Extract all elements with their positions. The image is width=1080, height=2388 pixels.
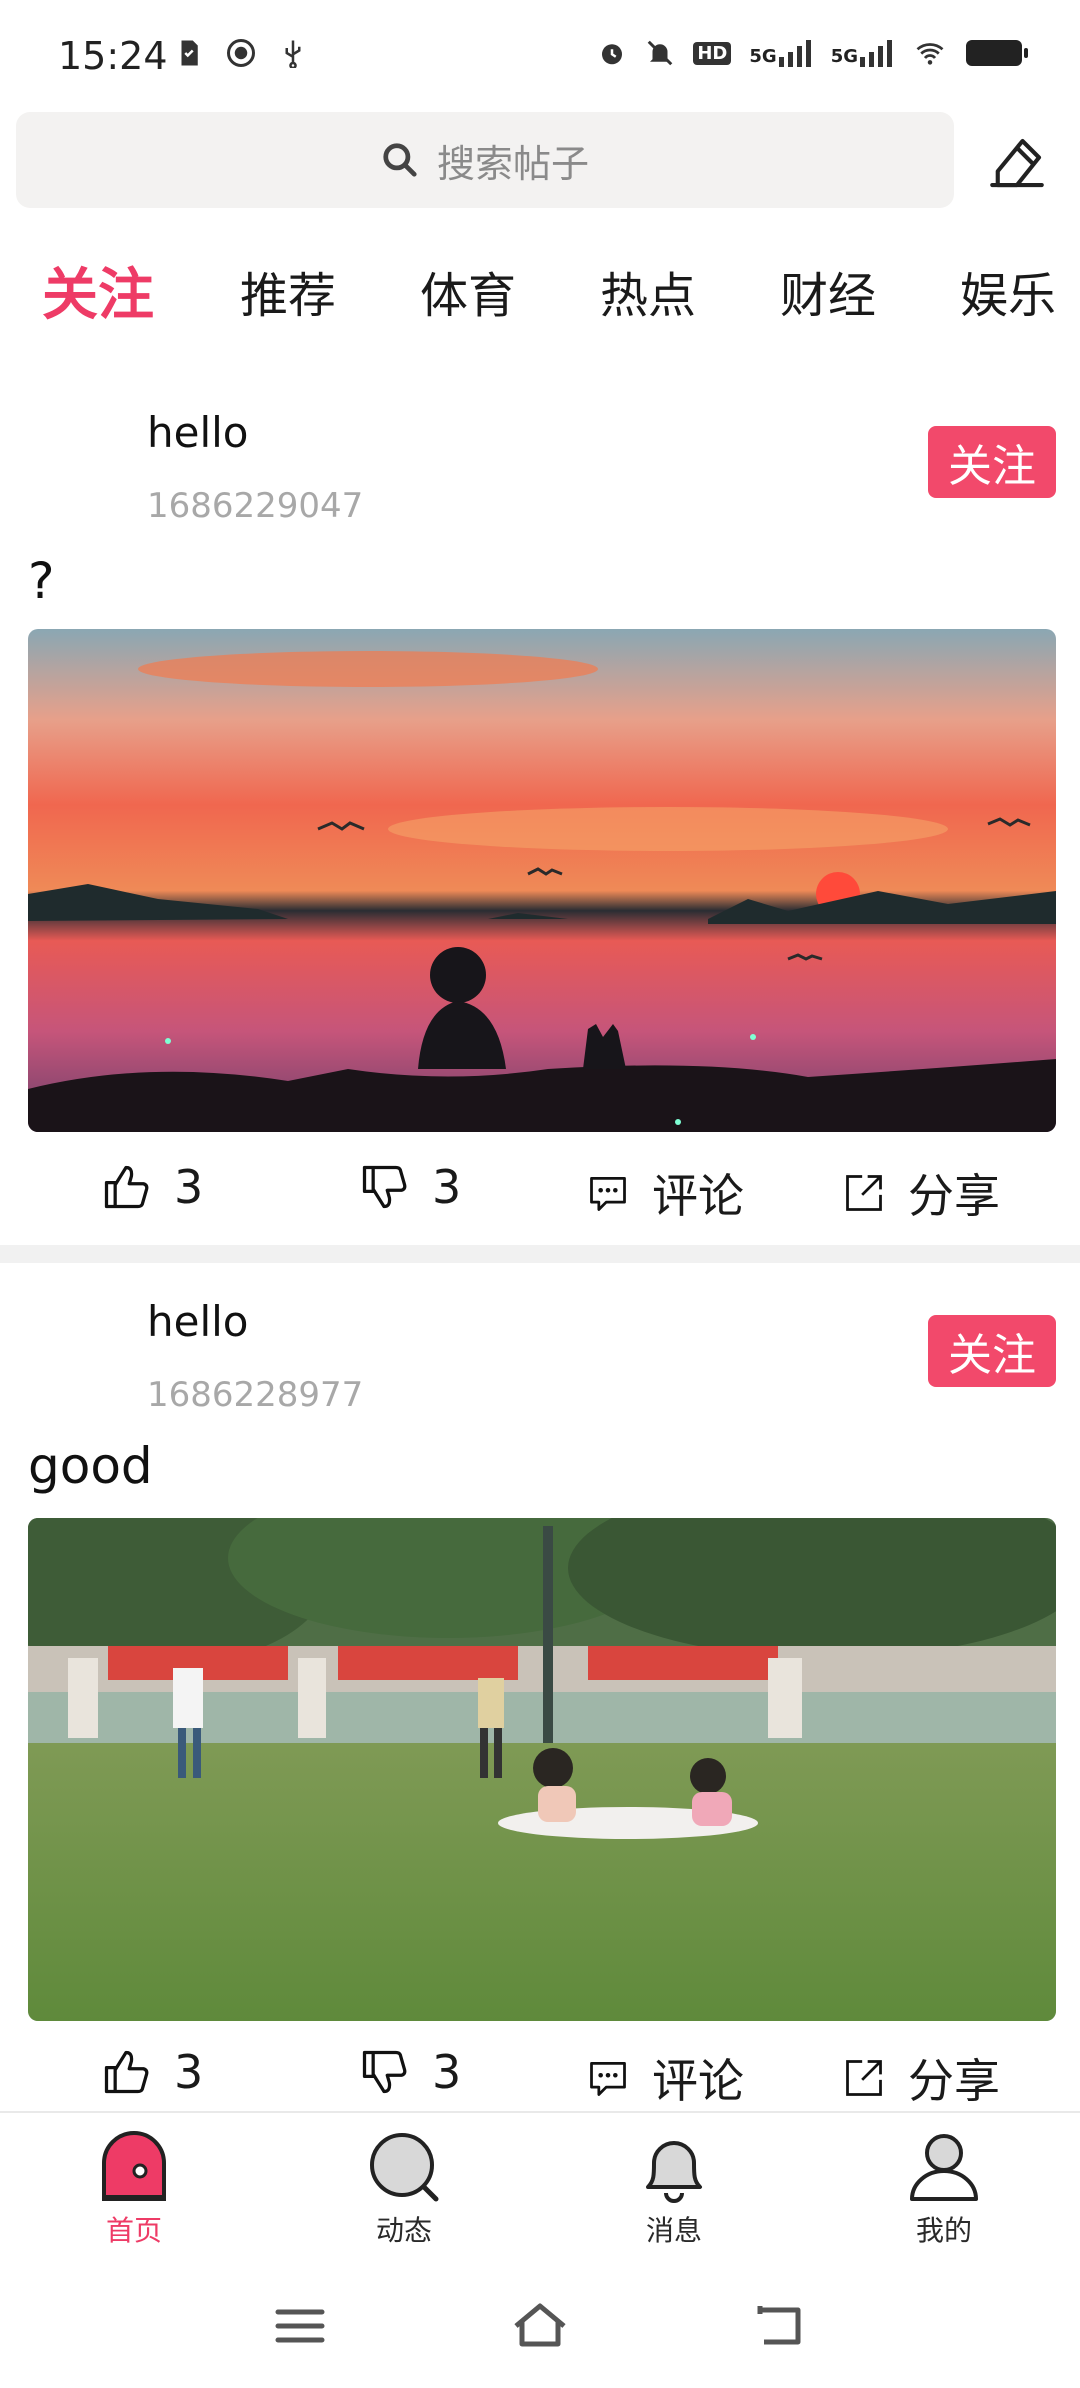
post-card: hello 1686228977 关注 good 3 3 评论 分享 [0,1297,1080,2117]
nav-messages[interactable]: 消息 [614,2129,734,2249]
signal-5g-icon: 5G [831,39,894,67]
thumbs-up-icon [104,1165,149,1209]
back-icon[interactable] [750,2296,810,2356]
post-image[interactable] [28,629,1056,1132]
share-icon [846,1175,882,1211]
dislike-count: 3 [432,1160,462,1214]
tab-trending[interactable]: 热点 [600,256,696,326]
nav-label: 我的 [915,2214,972,2247]
share-button[interactable]: 分享 [842,1160,1000,1226]
nav-feed[interactable]: 动态 [344,2129,464,2249]
share-button[interactable]: 分享 [842,2045,1000,2111]
like-button[interactable]: 3 [100,2045,203,2099]
comment-button[interactable]: 评论 [586,2045,744,2111]
bell-icon [646,2141,702,2203]
status-bar: 15:24 HD 5G 5G [0,0,1080,110]
nav-label: 消息 [645,2214,702,2247]
tab-entertainment[interactable]: 娱乐 [960,256,1056,326]
wifi-icon [916,43,944,65]
dislike-button[interactable]: 3 [358,2045,461,2099]
author-id: 1686229047 [147,486,364,526]
comment-button[interactable]: 评论 [586,1160,744,1226]
author-id: 1686228977 [147,1375,364,1415]
search-placeholder: 搜索帖子 [436,141,589,186]
share-icon [846,2060,882,2096]
tab-recommend[interactable]: 推荐 [240,256,336,326]
post-text: good [28,1437,153,1495]
comment-icon [590,1176,626,1211]
thumbs-down-icon [362,2050,407,2094]
compose-post-icon[interactable] [984,130,1050,196]
post-card: hello 1686229047 关注 ? 3 3 评论 分享 [0,408,1080,1238]
post-image[interactable] [28,1518,1056,2021]
screen-record-icon [227,39,255,67]
thumbs-down-icon [362,1165,407,1209]
share-label: 分享 [908,2054,1000,2108]
status-icons-left [174,38,308,68]
follow-button[interactable]: 关注 [928,1315,1056,1387]
follow-button[interactable]: 关注 [928,426,1056,498]
mute-icon [648,40,673,66]
home-nav-icon[interactable] [510,2296,570,2356]
comment-label: 评论 [652,1169,744,1223]
park-lawn-photo [28,1518,1056,2021]
like-count: 3 [174,2045,204,2099]
search-icon [383,143,417,177]
share-label: 分享 [908,1169,1000,1223]
thumbs-up-icon [104,2050,149,2094]
nav-profile[interactable]: 我的 [884,2129,1004,2249]
dislike-count: 3 [432,2045,462,2099]
tab-finance[interactable]: 财经 [780,256,876,326]
like-count: 3 [174,1160,204,1214]
tab-follow[interactable]: 关注 [42,250,154,331]
nav-label: 首页 [105,2214,162,2247]
dislike-button[interactable]: 3 [358,1160,461,1214]
alarm-icon [602,44,623,65]
sim-card-icon [181,40,198,66]
user-icon [910,2134,978,2201]
sunset-lake-illustration [28,629,1056,1132]
post-divider [0,1245,1080,1263]
tab-sports[interactable]: 体育 [420,256,516,326]
home-icon [102,2131,166,2201]
search-icon [370,2133,439,2202]
system-navigation-bar [0,2260,1080,2388]
like-button[interactable]: 3 [100,1160,203,1214]
nav-label: 动态 [375,2214,432,2247]
author-name[interactable]: hello [147,408,249,457]
network-type-label: 5G [830,46,858,67]
hd-icon: HD [693,41,732,65]
status-icons-right: HD 5G 5G [597,38,1028,68]
search-row: 搜索帖子 [0,112,1080,212]
author-name[interactable]: hello [147,1297,249,1346]
search-input[interactable]: 搜索帖子 [16,112,954,208]
nav-home[interactable]: 首页 [74,2129,194,2249]
status-time: 15:24 [58,34,168,78]
menu-icon[interactable] [270,2296,330,2356]
post-text: ? [28,552,55,610]
category-tabs: 关注 推荐 体育 热点 财经 娱乐 [0,256,1080,346]
post-actions: 3 3 评论 分享 [0,1160,1080,1240]
usb-icon [285,40,301,68]
bottom-nav: 首页 动态 消息 我的 [0,2111,1080,2253]
comment-icon [590,2061,626,2096]
battery-icon [966,40,1028,66]
network-type-label: 5G [749,46,777,67]
comment-label: 评论 [652,2054,744,2108]
signal-5g-icon: 5G [749,39,812,67]
